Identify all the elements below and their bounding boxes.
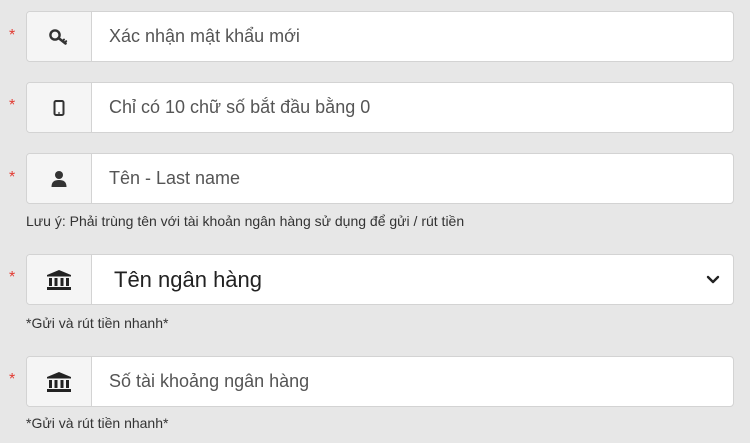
required-marker: *	[9, 371, 16, 388]
last-name-input[interactable]	[92, 154, 733, 203]
bank-note: *Gửi và rút tiền nhanh*	[26, 315, 169, 331]
phone-field	[26, 82, 734, 133]
last-name-field	[26, 153, 734, 204]
required-marker: *	[9, 27, 16, 44]
key-icon	[27, 12, 92, 61]
user-icon	[27, 154, 92, 203]
mobile-phone-icon	[27, 83, 92, 132]
required-marker: *	[9, 169, 16, 186]
phone-input[interactable]	[92, 83, 733, 132]
bank-account-input[interactable]	[92, 357, 733, 406]
required-marker: *	[9, 269, 16, 286]
required-marker: *	[9, 97, 16, 114]
last-name-note: Lưu ý: Phải trùng tên với tài khoản ngân…	[26, 213, 465, 229]
bank-icon	[27, 255, 92, 304]
confirm-password-field	[26, 11, 734, 62]
bank-icon	[27, 357, 92, 406]
bank-select-value: Tên ngân hàng	[114, 266, 263, 292]
chevron-down-icon	[693, 255, 733, 304]
bank-select[interactable]: Tên ngân hàng	[26, 254, 734, 305]
confirm-password-input[interactable]	[92, 12, 733, 61]
bank-account-field	[26, 356, 734, 407]
bank-account-note: *Gửi và rút tiền nhanh*	[26, 415, 169, 431]
